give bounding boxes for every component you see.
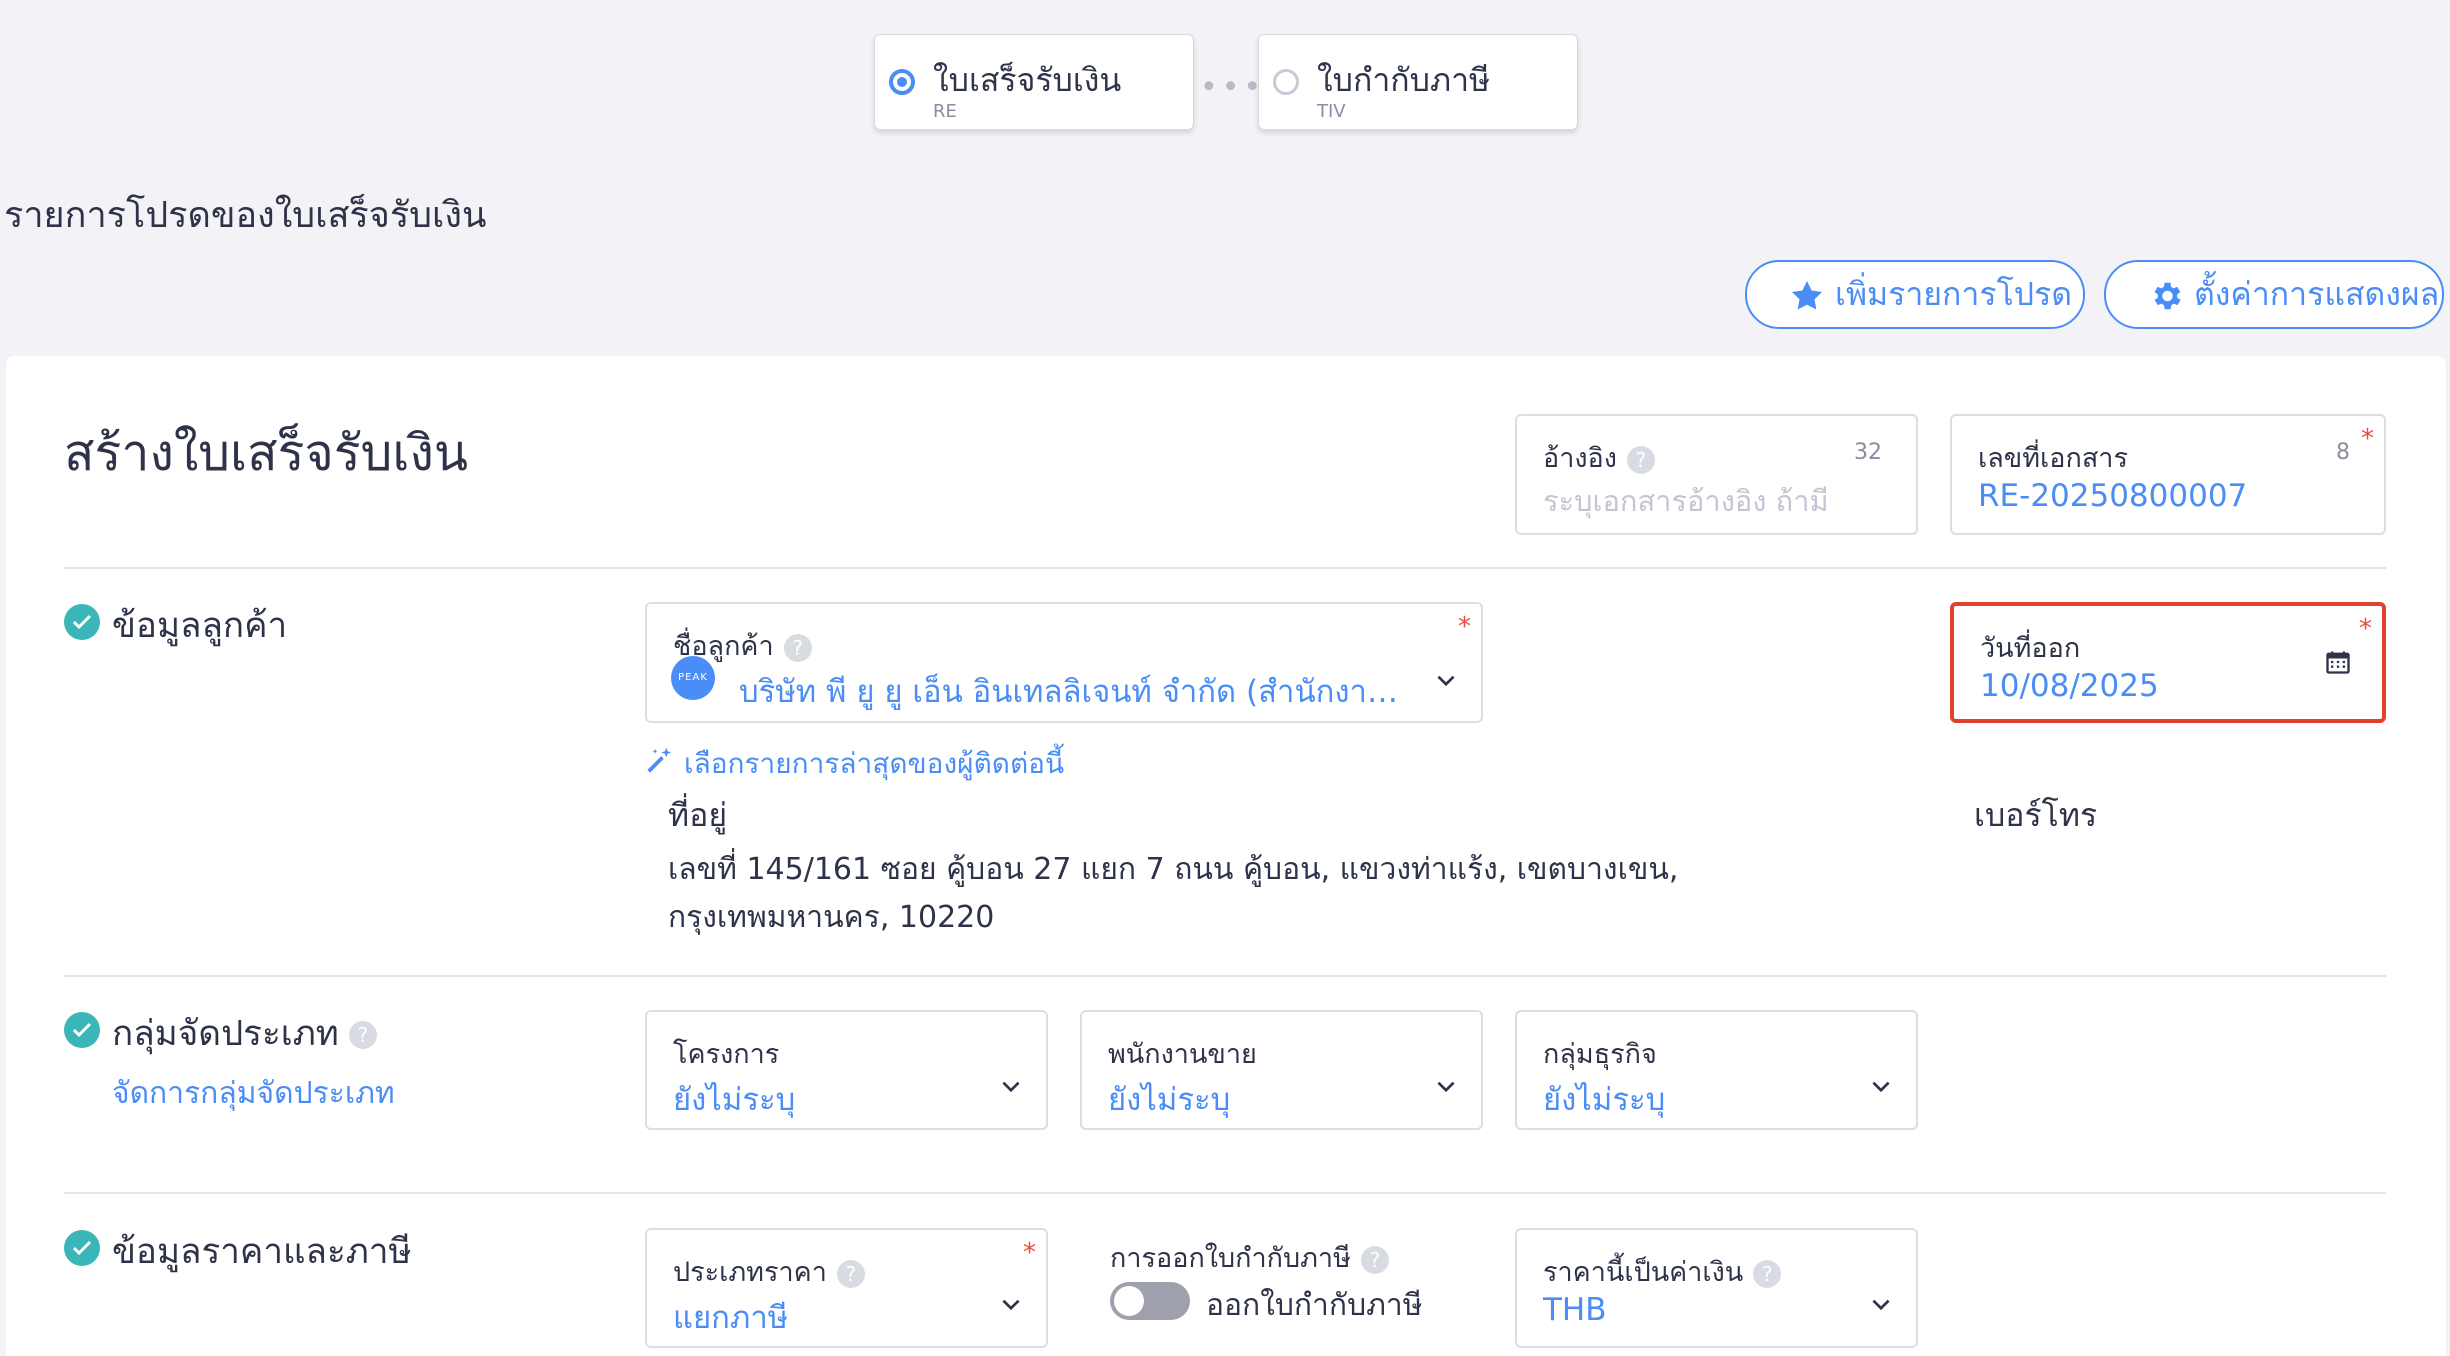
issue-date-field[interactable]: วันที่ออก * 10/08/2025 [1950,602,2386,723]
favorites-title: รายการโปรดของใบเสร็จรับเงิน [4,195,487,236]
document-number-field[interactable]: เลขที่เอกสาร 8 * RE-20250800007 [1950,414,2386,535]
currency-value: THB [1543,1292,1607,1328]
category-section-title: กลุ่มจัดประเภท [112,1014,339,1054]
help-icon[interactable]: ? [1753,1259,1782,1288]
currency-select[interactable]: ราคานี้เป็นค่าเงิน? THB [1515,1228,1918,1348]
step-tax-invoice[interactable]: ใบกำกับภาษี TIV [1258,34,1578,130]
phone-label: เบอร์โทร [1974,796,2098,834]
business-group-label: กลุ่มธุรกิจ [1543,1039,1657,1070]
price-type-label: ประเภทราคา [673,1257,827,1288]
price-section-title: ข้อมูลราคาและภาษี [112,1232,412,1272]
step-receipt[interactable]: ใบเสร็จรับเงิน RE [874,34,1194,130]
step-label: ใบกำกับภาษี [1317,61,1491,99]
document-number-label: เลขที่เอกสาร [1978,443,2128,474]
chevron-down-icon [1872,1299,1890,1311]
divider [64,975,2386,977]
radio-selected-icon [889,69,915,95]
business-group-value: ยังไม่ระบุ [1543,1082,1666,1118]
step-code: RE [933,101,957,122]
required-marker: * [2359,614,2372,644]
salesperson-value: ยังไม่ระบุ [1108,1082,1231,1118]
display-settings-button[interactable]: ตั้งค่าการแสดงผล [2104,260,2444,329]
reference-input[interactable]: ระบุเอกสารอ้างอิง ถ้ามี [1543,478,1829,524]
tax-invoice-toggle-label: ออกใบกำกับภาษี [1206,1288,1423,1323]
check-circle-icon [64,1230,100,1266]
issue-date-label: วันที่ออก [1980,633,2081,664]
help-icon[interactable]: ? [1626,445,1655,474]
help-icon[interactable]: ? [1360,1245,1389,1274]
customer-avatar: PEAK [671,656,715,700]
step-separator: ••• [1200,70,1266,105]
reference-char-count: 32 [1854,440,1882,465]
add-favorite-button[interactable]: เพิ่มรายการโปรด [1745,260,2085,329]
recent-contact-link[interactable]: เลือกรายการล่าสุดของผู้ติดต่อนี้ [684,742,1064,786]
help-icon[interactable]: ? [836,1259,865,1288]
page-title: สร้างใบเสร็จรับเงิน [64,424,469,482]
document-number-input[interactable]: RE-20250800007 [1978,478,2247,514]
reference-field[interactable]: อ้างอิง? 32 ระบุเอกสารอ้างอิง ถ้ามี [1515,414,1918,535]
tax-invoice-toggle[interactable] [1110,1282,1190,1320]
reference-label: อ้างอิง [1543,443,1617,474]
help-icon[interactable]: ? [783,633,812,662]
address-label: ที่อยู่ [668,796,728,834]
star-icon [1792,281,1822,310]
manage-category-link[interactable]: จัดการกลุ่มจัดประเภท [112,1070,395,1117]
currency-label: ราคานี้เป็นค่าเงิน [1543,1257,1744,1288]
radio-unselected-icon [1273,69,1299,95]
help-icon[interactable]: ? [348,1021,377,1049]
step-label: ใบเสร็จรับเงิน [933,61,1122,99]
check-circle-icon [64,604,100,640]
display-settings-label: ตั้งค่าการแสดงผล [2194,275,2440,313]
business-group-select[interactable]: กลุ่มธุรกิจ ยังไม่ระบุ [1515,1010,1918,1130]
address-value: เลขที่ 145/161 ซอย คู้บอน 27 แยก 7 ถนน ค… [668,852,1679,935]
required-marker: * [2361,424,2374,454]
chevron-down-icon [1872,1081,1890,1093]
project-select[interactable]: โครงการ ยังไม่ระบุ [645,1010,1048,1130]
chevron-down-icon [1002,1299,1020,1311]
step-code: TIV [1317,101,1346,122]
salesperson-select[interactable]: พนักงานขาย ยังไม่ระบุ [1080,1010,1483,1130]
price-type-value: แยกภาษี [673,1300,789,1336]
required-marker: * [1023,1238,1036,1268]
divider [64,567,2386,569]
gear-icon [2154,282,2181,310]
customer-name-value: บริษัท พี ยู ยู เอ็น อินเทลลิเจนท์ จำกัด… [739,674,1419,710]
divider [64,1192,2386,1194]
calendar-icon[interactable] [2324,648,2352,676]
chevron-down-icon [1002,1081,1020,1093]
add-favorite-label: เพิ่มรายการโปรด [1835,275,2073,313]
project-label: โครงการ [673,1039,780,1070]
required-marker: * [1458,612,1471,642]
price-type-select[interactable]: ประเภทราคา? * แยกภาษี [645,1228,1048,1348]
salesperson-label: พนักงานขาย [1108,1039,1257,1070]
magic-wand-icon [647,747,672,773]
check-circle-icon [64,1012,100,1048]
chevron-down-icon [1437,675,1455,687]
project-value: ยังไม่ระบุ [673,1082,796,1118]
customer-section-title: ข้อมูลลูกค้า [112,606,288,646]
document-number-char-count: 8 [2336,440,2350,465]
issue-date-input[interactable]: 10/08/2025 [1980,668,2159,704]
tax-invoice-label: การออกใบกำกับภาษี [1110,1243,1351,1274]
customer-name-select[interactable]: ชื่อลูกค้า? * PEAK บริษัท พี ยู ยู เอ็น … [645,602,1483,723]
chevron-down-icon [1437,1081,1455,1093]
